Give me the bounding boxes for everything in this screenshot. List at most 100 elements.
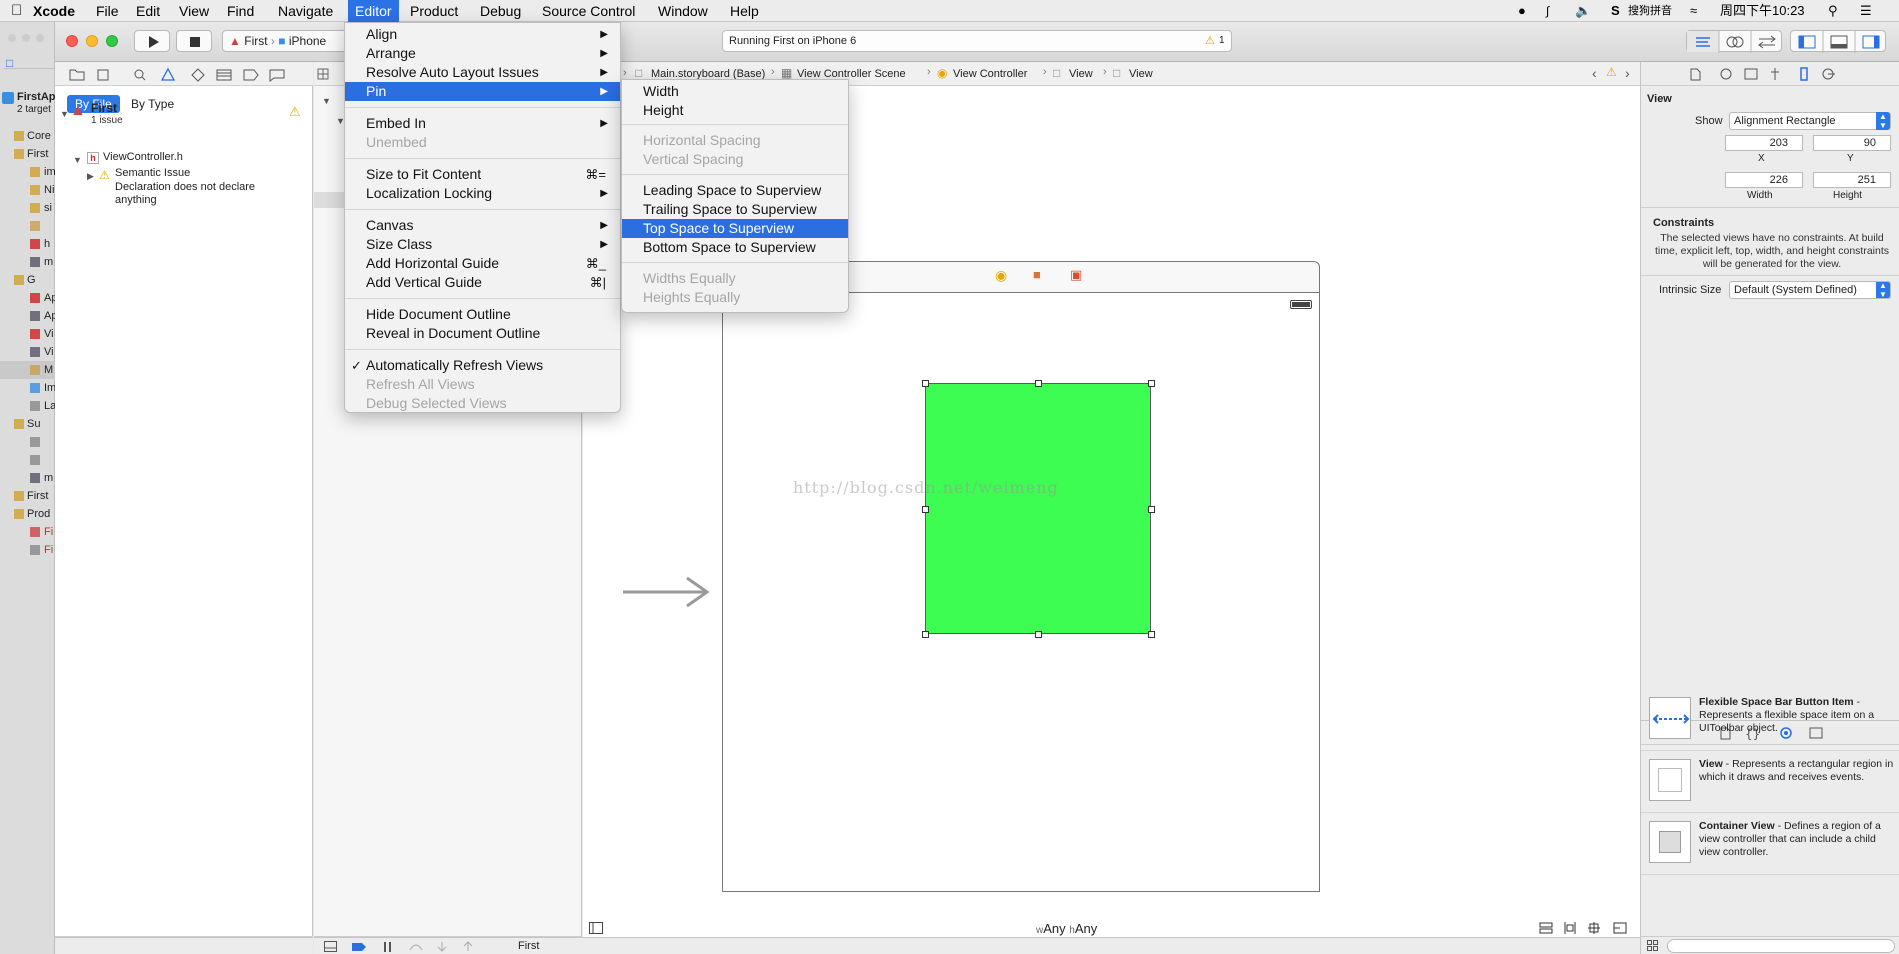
view-toggle-control[interactable] [1790, 30, 1886, 53]
show-select[interactable]: Alignment Rectangle ▲ ▼ [1729, 112, 1891, 130]
grid-view-icon[interactable] [1647, 940, 1659, 952]
menu-item-arrange[interactable]: Arrange ▶ [345, 44, 620, 63]
back-file-row[interactable] [0, 217, 55, 235]
minimize-button[interactable] [86, 35, 98, 47]
view-controller-dock-icon[interactable]: ◉ [995, 267, 1007, 284]
back-file-row[interactable]: First [0, 487, 55, 505]
menu-item-embed-in[interactable]: Embed In ▶ [345, 114, 620, 133]
menu-debug[interactable]: Debug [473, 0, 528, 22]
menu-item-leading-space-to-superview[interactable]: Leading Space to Superview [622, 181, 848, 200]
spotlight-icon[interactable]: ⚲ [1828, 0, 1838, 22]
bluetooth-icon[interactable]: ∫ [1546, 0, 1549, 22]
volume-icon[interactable]: 🔈 [1575, 0, 1591, 22]
width-field[interactable]: 226 [1725, 172, 1803, 188]
jump-item-view[interactable]: View [1069, 68, 1093, 80]
back-file-row[interactable]: Core [0, 127, 55, 145]
back-file-row[interactable]: m [0, 253, 55, 271]
previous-issue-icon[interactable]: ‹ [1592, 65, 1597, 81]
y-field[interactable]: 90 [1813, 135, 1891, 151]
back-file-row[interactable]: Fi [0, 523, 55, 541]
editor-mode-control[interactable] [1686, 30, 1782, 53]
menu-help[interactable]: Help [723, 0, 766, 22]
menu-file[interactable]: File [89, 0, 126, 22]
back-file-row[interactable]: im [0, 163, 56, 181]
window-zoom-button[interactable] [36, 34, 44, 42]
auto-layout-controls[interactable] [1538, 920, 1638, 936]
run-button[interactable] [134, 30, 170, 52]
library-item[interactable]: Flexible Space Bar Button Item - Represe… [1641, 691, 1899, 751]
issue-title[interactable]: Semantic Issue [115, 167, 190, 179]
clock[interactable]: 周四下午10:23 [1720, 0, 1805, 22]
size-class-control[interactable]: wAny hAny [1036, 921, 1097, 936]
debug-target[interactable]: First [518, 940, 539, 952]
back-file-row[interactable] [0, 433, 55, 451]
input-method-icon[interactable]: S [1611, 0, 1620, 22]
resize-handle[interactable] [1148, 380, 1155, 387]
back-file-row[interactable]: M [0, 361, 55, 379]
back-file-row[interactable]: Im [0, 379, 56, 397]
back-file-row[interactable]: Vi [0, 325, 55, 343]
green-view[interactable] [925, 383, 1151, 634]
resize-handle[interactable] [1148, 505, 1155, 513]
back-file-row[interactable]: La [0, 397, 56, 415]
back-file-row[interactable]: Ap [0, 289, 57, 307]
menu-item-pin[interactable]: Pin ▶ [345, 82, 620, 101]
back-file-row[interactable]: G [0, 271, 55, 289]
menu-item-canvas[interactable]: Canvas ▶ [345, 216, 620, 235]
jump-item-subview[interactable]: View [1129, 68, 1153, 80]
library-item[interactable]: View - Represents a rectangular region i… [1641, 753, 1899, 813]
menu-app[interactable]: Xcode [26, 0, 82, 22]
menu-item-size-class[interactable]: Size Class ▶ [345, 235, 620, 254]
scheme-selector[interactable]: ▲ First › ■ iPhone [222, 30, 350, 52]
view-controller-scene[interactable]: http://blog.csdn.net/weimeng [722, 292, 1320, 892]
back-file-row[interactable]: Prod [0, 505, 55, 523]
issue-warning-icon[interactable]: ⚠ [1606, 65, 1617, 79]
back-file-row[interactable]: Vi [0, 343, 55, 361]
step-out-icon[interactable] [463, 941, 473, 951]
breakpoints-toggle-icon[interactable] [352, 943, 366, 951]
back-file-row[interactable]: Ni [0, 181, 55, 199]
library-item[interactable]: Container View - Defines a region of a v… [1641, 815, 1899, 875]
back-file-row[interactable]: First [0, 145, 55, 163]
exit-icon[interactable]: ▣ [1070, 267, 1082, 283]
close-button[interactable] [66, 35, 78, 47]
intrinsic-size-select[interactable]: Default (System Defined) ▲ ▼ [1729, 281, 1891, 299]
menu-editor[interactable]: Editor [348, 0, 399, 22]
back-file-row[interactable]: m [0, 469, 55, 487]
menu-item-add-horizontal-guide[interactable]: Add Horizontal Guide ⌘_ [345, 254, 620, 273]
disclosure-open-icon[interactable]: ▼ [73, 155, 82, 165]
menu-item-trailing-space-to-superview[interactable]: Trailing Space to Superview [622, 200, 848, 219]
menu-edit[interactable]: Edit [129, 0, 167, 22]
menu-item-height[interactable]: Height [622, 101, 848, 120]
warning-icon[interactable]: ⚠ [1205, 34, 1215, 47]
menu-navigate[interactable]: Navigate [271, 0, 340, 22]
menu-item-hide-document-outline[interactable]: Hide Document Outline [345, 305, 620, 324]
issue-project-name[interactable]: First [91, 101, 117, 115]
height-field[interactable]: 251 [1813, 172, 1891, 188]
menu-source-control[interactable]: Source Control [535, 0, 642, 22]
back-file-row[interactable]: Su [0, 415, 55, 433]
hide-debug-area-icon[interactable] [324, 941, 337, 952]
back-file-row[interactable]: Ap [0, 307, 57, 325]
step-over-icon[interactable] [409, 944, 423, 951]
back-file-row[interactable]: h [0, 235, 55, 253]
first-responder-icon[interactable]: ■ [1033, 267, 1041, 282]
menu-item-add-vertical-guide[interactable]: Add Vertical Guide ⌘| [345, 273, 620, 292]
resize-handle[interactable] [922, 631, 929, 638]
pause-icon[interactable] [384, 942, 391, 952]
menu-window[interactable]: Window [651, 0, 715, 22]
menu-item-bottom-space-to-superview[interactable]: Bottom Space to Superview [622, 238, 848, 257]
menu-item-width[interactable]: Width [622, 82, 848, 101]
resize-handle[interactable] [1035, 380, 1042, 387]
library-filter-input[interactable] [1667, 939, 1895, 953]
next-issue-icon[interactable]: › [1625, 65, 1630, 81]
menu-product[interactable]: Product [403, 0, 465, 22]
resize-handle[interactable] [1148, 631, 1155, 638]
wifi-icon[interactable]: ≈ [1690, 0, 1697, 22]
menu-item-resolve-auto-layout-issues[interactable]: Resolve Auto Layout Issues ▶ [345, 63, 620, 82]
back-file-row[interactable]: Fi [0, 541, 55, 559]
resize-handle[interactable] [922, 505, 929, 513]
window-close-button[interactable] [8, 34, 16, 42]
resize-handle[interactable] [1035, 631, 1042, 638]
resize-handle[interactable] [922, 380, 929, 387]
